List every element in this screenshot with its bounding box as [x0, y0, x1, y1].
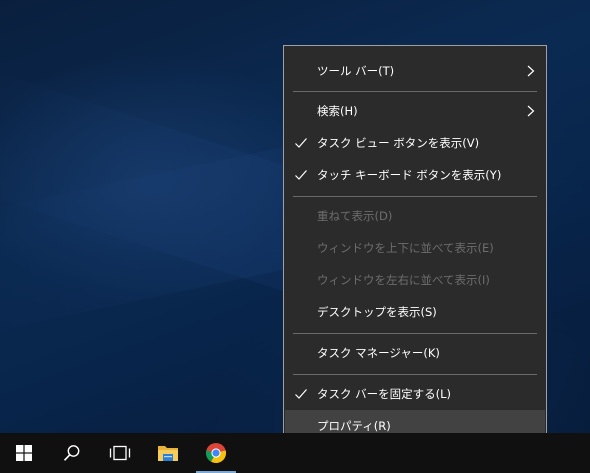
menu-item-label: ウィンドウを左右に並べて表示(I) — [317, 273, 490, 287]
menu-item-label: タスク マネージャー(K) — [317, 346, 440, 360]
menu-item-task-manager[interactable]: タスク マネージャー(K) — [285, 337, 545, 369]
menu-separator — [293, 333, 537, 334]
menu-item-label: タスク バーを固定する(L) — [317, 387, 452, 401]
search-icon — [63, 445, 80, 461]
file-explorer-button[interactable] — [144, 433, 192, 473]
chevron-right-icon — [527, 105, 535, 117]
menu-item-side-by-side-windows: ウィンドウを左右に並べて表示(I) — [285, 264, 545, 296]
menu-item-cascade-windows: 重ねて表示(D) — [285, 200, 545, 232]
task-view-icon — [109, 445, 131, 461]
taskbar-context-menu: ツール バー(T) 検索(H) タスク ビュー ボタンを表示(V) タッチ キー… — [283, 45, 547, 445]
menu-item-label: 検索(H) — [317, 104, 358, 118]
menu-item-show-touch-keyboard-button[interactable]: タッチ キーボード ボタンを表示(Y) — [285, 159, 545, 191]
taskbar[interactable] — [0, 433, 590, 473]
chrome-icon — [205, 443, 227, 464]
windows-start-icon — [16, 445, 32, 461]
task-view-button[interactable] — [96, 433, 144, 473]
menu-item-label: 重ねて表示(D) — [317, 209, 393, 223]
checkmark-icon — [295, 138, 307, 148]
search-button[interactable] — [48, 433, 96, 473]
menu-separator — [293, 374, 537, 375]
menu-item-stack-windows: ウィンドウを上下に並べて表示(E) — [285, 232, 545, 264]
menu-separator — [293, 196, 537, 197]
menu-item-label: ウィンドウを上下に並べて表示(E) — [317, 241, 494, 255]
chrome-button[interactable] — [192, 433, 240, 473]
checkmark-icon — [295, 389, 307, 399]
menu-item-lock-taskbar[interactable]: タスク バーを固定する(L) — [285, 378, 545, 410]
menu-separator — [293, 91, 537, 92]
menu-item-label: タッチ キーボード ボタンを表示(Y) — [317, 168, 502, 182]
checkmark-icon — [295, 170, 307, 180]
chevron-right-icon — [527, 65, 535, 77]
menu-item-search[interactable]: 検索(H) — [285, 95, 545, 127]
menu-item-toolbar[interactable]: ツール バー(T) — [285, 55, 545, 87]
menu-item-label: タスク ビュー ボタンを表示(V) — [317, 136, 480, 150]
start-button[interactable] — [0, 433, 48, 473]
file-explorer-icon — [158, 446, 178, 461]
menu-item-label: ツール バー(T) — [317, 64, 395, 78]
menu-item-show-desktop[interactable]: デスクトップを表示(S) — [285, 296, 545, 328]
menu-item-label: デスクトップを表示(S) — [317, 305, 437, 319]
menu-item-show-task-view-button[interactable]: タスク ビュー ボタンを表示(V) — [285, 127, 545, 159]
